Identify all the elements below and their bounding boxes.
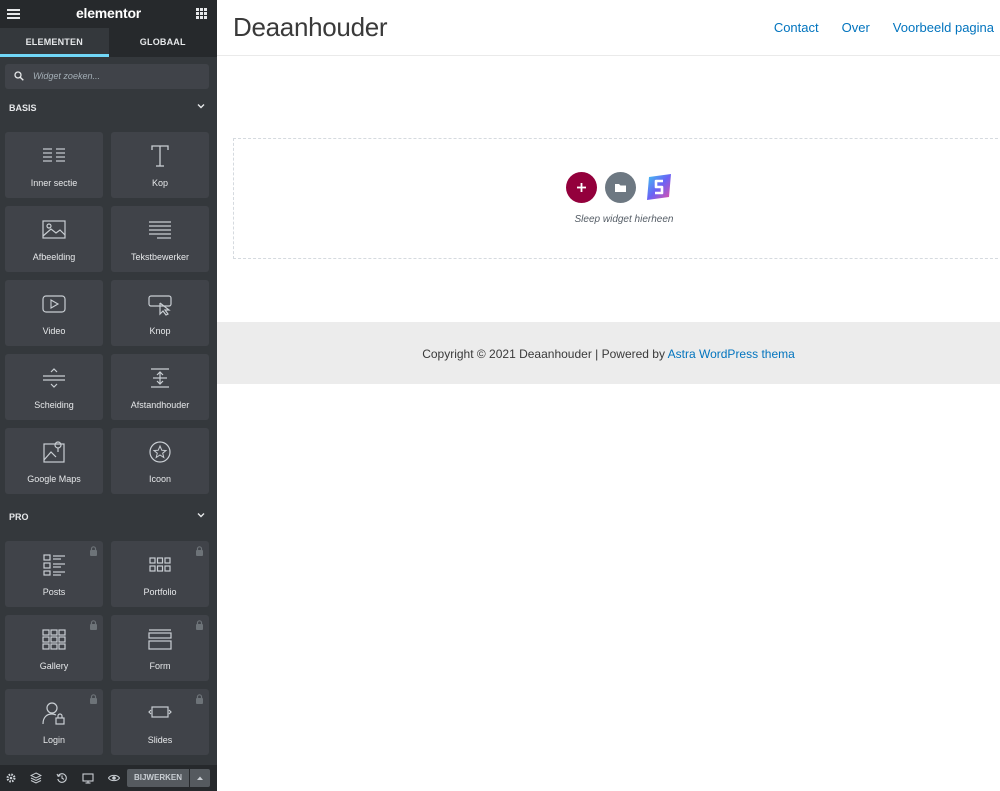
widget-label: Slides	[147, 735, 173, 745]
image-icon	[42, 220, 66, 239]
widget-label: Video	[42, 326, 66, 336]
widget-label: Afbeelding	[32, 252, 76, 262]
chevron-down-icon	[197, 513, 205, 518]
nav-link-sample-page[interactable]: Voorbeeld pagina	[893, 20, 994, 35]
update-button[interactable]: BIJWERKEN	[127, 769, 189, 787]
nav-link-contact[interactable]: Contact	[774, 20, 819, 35]
caret-up-icon	[197, 776, 203, 780]
posts-icon	[43, 554, 65, 576]
widget-label: Knop	[149, 326, 171, 336]
navigator-icon[interactable]	[30, 772, 42, 784]
widgets-grid-icon[interactable]	[196, 8, 207, 19]
google-maps-icon	[43, 441, 65, 463]
portfolio-icon	[149, 557, 171, 572]
widget-label: Tekstbewerker	[130, 252, 190, 262]
form-icon	[148, 629, 172, 650]
widget-button[interactable]: Knop	[111, 280, 209, 346]
preview-canvas: Deaanhouder Contact Over Voorbeeld pagin…	[217, 0, 1000, 791]
inner-section-icon	[43, 148, 65, 162]
widget-portfolio[interactable]: Portfolio	[111, 541, 209, 607]
widget-label: Scheiding	[34, 400, 74, 410]
widget-spacer[interactable]: Afstandhouder	[111, 354, 209, 420]
login-icon	[42, 702, 65, 725]
widget-label: Inner sectie	[30, 178, 78, 188]
save-options-button[interactable]	[190, 769, 210, 787]
lock-icon	[196, 694, 203, 704]
lock-icon	[90, 620, 97, 630]
divider-icon	[43, 368, 65, 388]
tab-elementen[interactable]: ELEMENTEN	[0, 28, 109, 57]
responsive-icon[interactable]	[82, 772, 94, 784]
lock-icon	[90, 546, 97, 556]
spacer-icon	[151, 368, 169, 388]
widget-label: Portfolio	[143, 587, 177, 597]
elementor-logo: elementor	[75, 5, 142, 21]
panel-tabs: ELEMENTEN GLOBAAL	[0, 28, 217, 57]
widget-slides[interactable]: Slides	[111, 689, 209, 755]
tab-globaal[interactable]: GLOBAAL	[109, 28, 218, 57]
widget-label: Gallery	[39, 661, 69, 671]
footer-theme-link[interactable]: Astra WordPress thema	[668, 347, 795, 361]
category-pro-header[interactable]: PRO	[9, 512, 209, 526]
site-footer: Copyright © 2021 Deaanhouder | Powered b…	[217, 322, 1000, 384]
add-template-button[interactable]	[605, 172, 636, 203]
video-icon	[42, 295, 66, 313]
widget-posts[interactable]: Posts	[5, 541, 103, 607]
chevron-down-icon	[197, 104, 205, 109]
footer-copyright-text: Copyright © 2021 Deaanhouder | Powered b…	[422, 347, 668, 361]
starter-templates-icon[interactable]	[644, 172, 674, 202]
settings-icon[interactable]	[5, 772, 17, 784]
widget-gallery[interactable]: Gallery	[5, 615, 103, 681]
add-section-button[interactable]	[566, 172, 597, 203]
widget-text-editor[interactable]: Tekstbewerker	[111, 206, 209, 272]
widget-label: Kop	[151, 178, 168, 188]
folder-icon	[615, 184, 626, 192]
nav-link-over[interactable]: Over	[842, 20, 870, 35]
heading-icon	[151, 145, 169, 167]
category-label: PRO	[9, 512, 29, 522]
widget-grid-pro: Posts Portfolio Gallery Form Login Slide…	[5, 541, 210, 755]
widget-form[interactable]: Form	[111, 615, 209, 681]
widget-drop-zone[interactable]: Sleep widget hierheen	[233, 138, 1000, 259]
site-header: Deaanhouder Contact Over Voorbeeld pagin…	[217, 0, 1000, 56]
widget-label: Login	[42, 735, 66, 745]
widget-grid-basis: Inner sectie Kop Afbeelding Tekstbewerke…	[5, 132, 210, 494]
category-label: BASIS	[9, 103, 37, 113]
slides-icon	[148, 706, 172, 718]
category-basis-header[interactable]: BASIS	[9, 103, 209, 117]
history-icon[interactable]	[56, 772, 68, 784]
widget-heading[interactable]: Kop	[111, 132, 209, 198]
preview-icon[interactable]	[108, 772, 120, 784]
lock-icon	[90, 694, 97, 704]
widget-inner-section[interactable]: Inner sectie	[5, 132, 103, 198]
widget-icon[interactable]: Icoon	[111, 428, 209, 494]
widget-video[interactable]: Video	[5, 280, 103, 346]
search-placeholder: Widget zoeken...	[33, 71, 100, 81]
panel-header: elementor	[0, 0, 217, 28]
site-navigation: Contact Over Voorbeeld pagina	[751, 20, 994, 35]
footer-copyright: Copyright © 2021 Deaanhouder | Powered b…	[217, 347, 1000, 361]
drop-zone-label: Sleep widget hierheen	[574, 214, 674, 225]
widget-login[interactable]: Login	[5, 689, 103, 755]
widget-label: Google Maps	[27, 474, 81, 484]
site-title[interactable]: Deaanhouder	[233, 12, 388, 43]
star-icon	[149, 441, 171, 463]
button-icon	[148, 295, 172, 316]
widget-divider[interactable]: Scheiding	[5, 354, 103, 420]
widget-label: Form	[149, 661, 171, 671]
panel-footer: BIJWERKEN	[0, 765, 217, 791]
lock-icon	[196, 620, 203, 630]
elementor-panel: elementor ELEMENTEN GLOBAAL Widget zoeke…	[0, 0, 217, 791]
widget-search-input[interactable]: Widget zoeken...	[5, 64, 209, 89]
lock-icon	[196, 546, 203, 556]
widget-label: Afstandhouder	[130, 400, 190, 410]
widget-label: Icoon	[148, 474, 172, 484]
plus-icon	[577, 183, 586, 192]
search-icon	[14, 71, 24, 81]
widget-label: Posts	[42, 587, 66, 597]
text-editor-icon	[149, 221, 171, 239]
gallery-icon	[42, 629, 66, 650]
widget-google-maps[interactable]: Google Maps	[5, 428, 103, 494]
widget-image[interactable]: Afbeelding	[5, 206, 103, 272]
